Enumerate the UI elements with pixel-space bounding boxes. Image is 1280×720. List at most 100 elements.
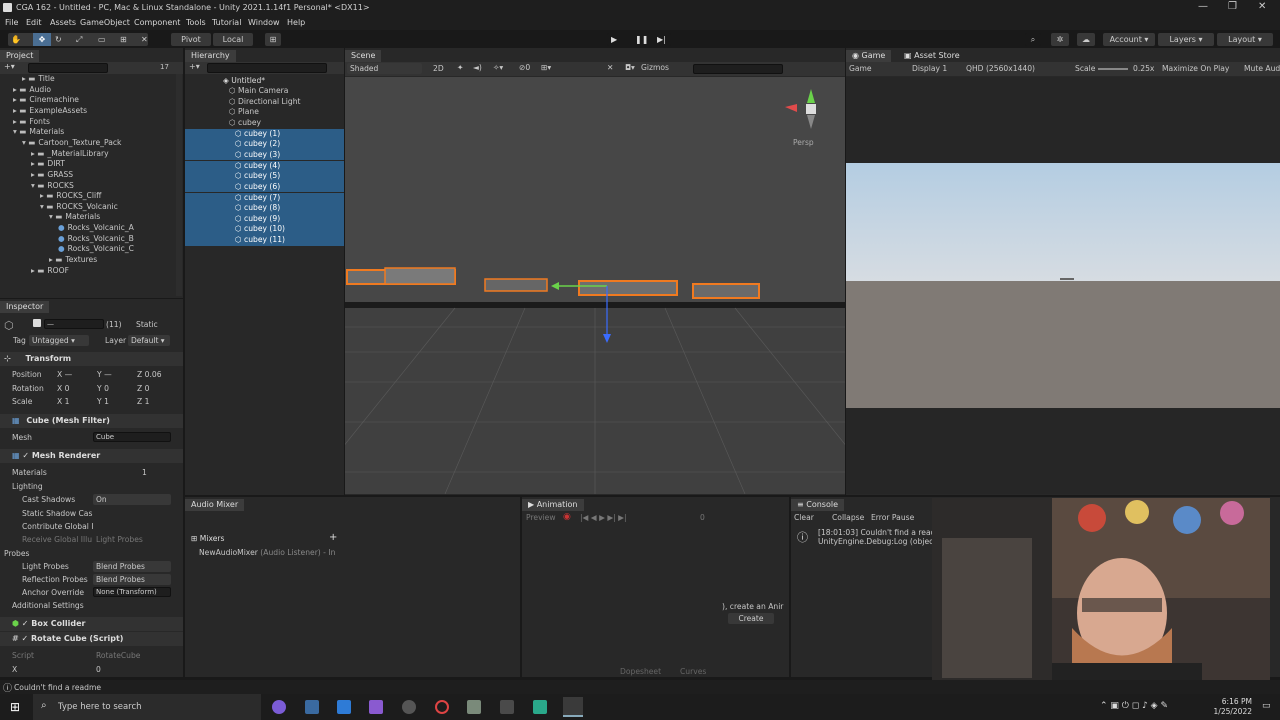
project-tree-item[interactable]: ▾ ▬ Materials: [13, 127, 64, 136]
file-explorer-icon[interactable]: [467, 700, 481, 714]
x-value[interactable]: 0: [96, 665, 101, 674]
cortana-icon[interactable]: [272, 700, 286, 714]
project-tree-item[interactable]: ▸ ▬ GRASS: [31, 170, 73, 179]
hierarchy-item[interactable]: ⬡ Plane: [229, 107, 259, 116]
project-tree-item[interactable]: ▸ ▬ Fonts: [13, 117, 50, 126]
game-display-mode[interactable]: Game: [849, 64, 872, 73]
error-pause-toggle[interactable]: Error Pause: [871, 513, 914, 522]
tab-project[interactable]: Project: [0, 50, 40, 62]
project-tree-item[interactable]: ▸ ▬ Cinemachine: [13, 95, 79, 104]
menu-tools[interactable]: Tools: [186, 18, 206, 27]
menu-tutorial[interactable]: Tutorial: [212, 18, 241, 27]
hierarchy-child-item[interactable]: ⬡ cubey (4): [185, 160, 344, 172]
search-icon[interactable]: ⌕: [1025, 33, 1041, 46]
project-scrollbar[interactable]: [176, 74, 182, 296]
lighting-label[interactable]: Lighting: [12, 482, 43, 491]
record-icon[interactable]: ◉: [563, 512, 571, 522]
hierarchy-add-icon[interactable]: +▾: [189, 62, 200, 71]
hidden-objects-icon[interactable]: ⊘0: [519, 63, 530, 72]
tab-inspector[interactable]: Inspector: [0, 301, 50, 313]
hierarchy-item[interactable]: ⬡ Directional Light: [229, 97, 300, 106]
mesh-field[interactable]: Cube: [93, 432, 171, 442]
static-label[interactable]: Static: [136, 320, 158, 329]
2d-toggle[interactable]: 2D: [433, 64, 444, 73]
scale-z[interactable]: Z 1: [137, 397, 149, 406]
transform-header[interactable]: ⊹ Transform: [0, 352, 183, 366]
menu-help[interactable]: Help: [287, 18, 305, 27]
hierarchy-child-item[interactable]: ⬡ cubey (8): [185, 203, 344, 214]
playback-controls[interactable]: |◀ ◀ ▶ ▶| ▶|: [580, 513, 627, 522]
move-tool-icon[interactable]: ✥: [33, 33, 51, 46]
create-animation-button[interactable]: Create: [728, 613, 774, 624]
windows-start-icon[interactable]: ⊞: [10, 700, 20, 714]
hierarchy-child-item[interactable]: ⬡ cubey (5): [185, 171, 344, 182]
active-checkbox[interactable]: [33, 319, 41, 327]
vscode-icon[interactable]: [337, 700, 351, 714]
unity-taskbar-icon[interactable]: [563, 697, 583, 717]
materials-label[interactable]: Materials: [12, 468, 47, 477]
project-tree-item[interactable]: ▸ ▬ Textures: [49, 255, 97, 264]
scale-slider[interactable]: [1098, 68, 1128, 70]
project-tree-item[interactable]: ● Rocks_Volcanic_B: [58, 234, 134, 243]
rect-tool-icon[interactable]: ▭: [98, 33, 106, 46]
hierarchy-child-item[interactable]: ⬡ cubey (10): [185, 224, 344, 236]
mesh-filter-header[interactable]: ▦ Cube (Mesh Filter): [0, 414, 183, 428]
layout-dropdown[interactable]: Layout ▾: [1217, 33, 1273, 46]
rotation-y[interactable]: Y 0: [97, 384, 109, 393]
effects-toggle-icon[interactable]: ✧▾: [493, 63, 503, 72]
menu-edit[interactable]: Edit: [26, 18, 42, 27]
project-search-input[interactable]: [28, 63, 108, 73]
collab-icon[interactable]: ✲: [1051, 33, 1069, 46]
recorder-icon[interactable]: [533, 700, 547, 714]
hierarchy-child-item[interactable]: ⬡ cubey (7): [185, 192, 344, 204]
scale-tool-icon[interactable]: ⤢: [76, 33, 82, 46]
status-message[interactable]: Couldn't find a readme: [14, 683, 101, 692]
rotate-tool-icon[interactable]: ↻: [55, 33, 62, 46]
pivot-button[interactable]: Pivot: [171, 33, 211, 46]
menu-component[interactable]: Component: [134, 18, 180, 27]
grid-snap-button[interactable]: ⊞: [265, 33, 281, 46]
hierarchy-search-input[interactable]: [207, 63, 327, 73]
maximize-on-play-toggle[interactable]: Maximize On Play: [1162, 64, 1229, 73]
tab-asset-store[interactable]: ▣ Asset Store: [898, 50, 966, 62]
transform-tool-icon[interactable]: ⊞: [120, 33, 127, 46]
tab-animation[interactable]: ▶ Animation: [522, 499, 584, 511]
hierarchy-child-item[interactable]: ⬡ cubey (1): [185, 128, 344, 140]
menu-assets[interactable]: Assets: [50, 18, 76, 27]
light-probes-dropdown[interactable]: Blend Probes: [93, 561, 171, 572]
close-icon[interactable]: ✕: [1258, 1, 1266, 12]
cast-shadows-dropdown[interactable]: On: [93, 494, 171, 505]
taskbar-search[interactable]: ⌕ Type here to search: [33, 694, 261, 720]
resolution-dropdown[interactable]: QHD (2560x1440): [966, 64, 1035, 73]
position-x[interactable]: X —: [57, 370, 72, 379]
hierarchy-child-item[interactable]: ⬡ cubey (11): [185, 235, 344, 246]
anchor-override-field[interactable]: None (Transform): [93, 587, 171, 597]
pause-icon[interactable]: ❚❚: [635, 33, 648, 46]
curves-tab[interactable]: Curves: [680, 667, 706, 676]
layer-dropdown[interactable]: Default ▾: [128, 335, 170, 346]
name-field[interactable]: —: [44, 319, 104, 329]
hierarchy-child-item[interactable]: ⬡ cubey (9): [185, 213, 344, 225]
box-collider-header[interactable]: ⬢ ✓ Box Collider: [0, 617, 183, 631]
tab-game[interactable]: ◉ Game: [846, 50, 892, 62]
notifications-icon[interactable]: ▭: [1262, 701, 1271, 711]
project-tree-item[interactable]: ▸ ▬ DIRT: [31, 159, 65, 168]
grid-toggle-icon[interactable]: ⊞▾: [541, 63, 551, 72]
gizmos-dropdown[interactable]: Gizmos: [641, 63, 669, 72]
github-icon[interactable]: [402, 700, 416, 714]
mute-audio-toggle[interactable]: Mute Audio: [1244, 64, 1280, 73]
console-message-1[interactable]: [18:01:03] Couldn't find a readme: [818, 528, 948, 537]
hierarchy-item[interactable]: ⬡ cubey: [229, 118, 261, 127]
frame-field[interactable]: 0: [700, 513, 705, 522]
project-tree-item[interactable]: ▸ ▬ ExampleAssets: [13, 106, 87, 115]
hierarchy-child-item[interactable]: ⬡ cubey (6): [185, 181, 344, 193]
hierarchy-child-item[interactable]: ⬡ cubey (2): [185, 139, 344, 150]
preview-toggle[interactable]: Preview: [526, 513, 556, 522]
lighting-toggle-icon[interactable]: ✦: [457, 63, 463, 72]
position-y[interactable]: Y —: [97, 370, 112, 379]
step-icon[interactable]: ▶|: [657, 33, 666, 46]
custom-tool-icon[interactable]: ✕: [141, 33, 148, 46]
camera-icon[interactable]: ◘▾: [625, 63, 635, 72]
scale-y[interactable]: Y 1: [97, 397, 109, 406]
reflection-probes-dropdown[interactable]: Blend Probes: [93, 574, 171, 585]
